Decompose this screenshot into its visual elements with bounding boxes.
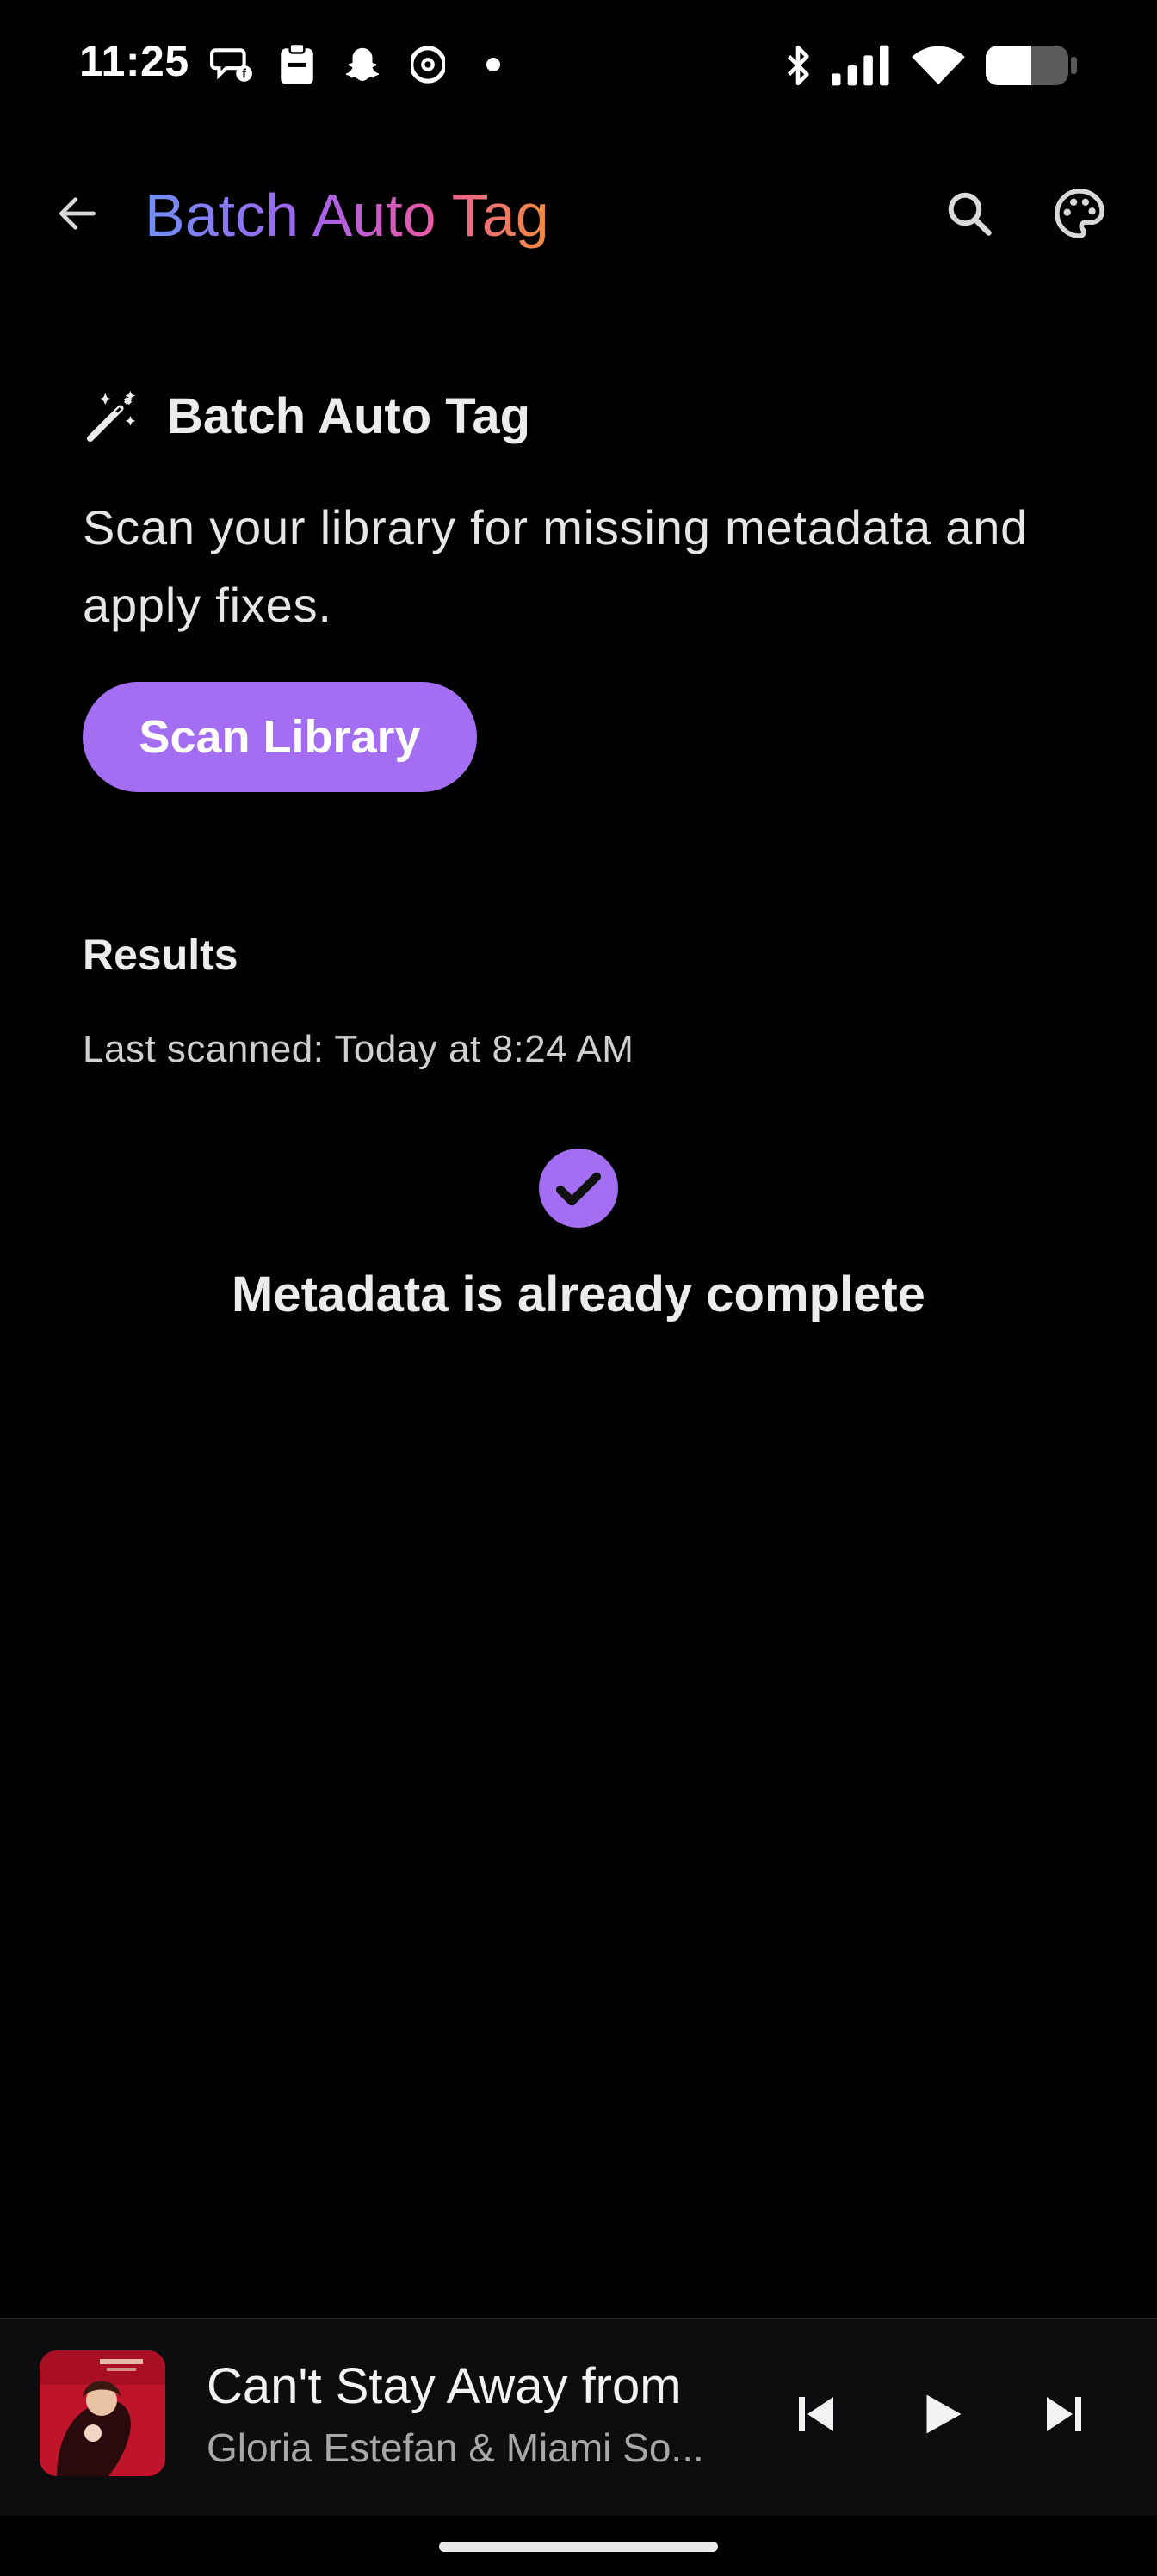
- section-description: Scan your library for missing metadata a…: [83, 500, 1029, 632]
- previous-button[interactable]: [773, 2371, 859, 2457]
- arrow-back-icon: [59, 197, 96, 230]
- skip-previous-icon: [799, 2397, 833, 2431]
- palette-icon: [1055, 189, 1104, 238]
- section-title: Batch Auto Tag: [167, 387, 531, 444]
- dot-icon: [472, 43, 515, 86]
- status-time: 11:25: [79, 37, 189, 85]
- last-scanned-text: Last scanned: Today at 8:24 AM: [83, 1028, 634, 1070]
- check-circle-icon: [539, 1149, 618, 1228]
- track-title: Can't Stay Away from: [207, 2358, 682, 2414]
- search-button[interactable]: [933, 177, 1005, 250]
- play-button[interactable]: [899, 2371, 985, 2457]
- app-bar: Batch Auto Tag: [0, 155, 1157, 272]
- clipboard-icon: [275, 43, 319, 86]
- system-icons: [783, 41, 1078, 90]
- play-icon: [926, 2394, 962, 2434]
- gesture-handle[interactable]: [439, 2542, 718, 2552]
- screen: 11:25 f Batch Auto Tag Batch Auto Tag Sc…: [0, 0, 1157, 2576]
- snapchat-icon: [341, 43, 384, 86]
- wifi-icon: [911, 41, 966, 90]
- theme-button[interactable]: [1043, 177, 1116, 250]
- section-header: Batch Auto Tag: [83, 386, 530, 446]
- magic-wand-icon: [86, 390, 136, 443]
- svg-text:f: f: [242, 68, 246, 82]
- results-heading: Results: [83, 931, 238, 979]
- messenger-icon: f: [210, 43, 253, 86]
- album-art[interactable]: [40, 2350, 165, 2476]
- notification-icons: f: [210, 43, 515, 86]
- signal-icon: [832, 41, 892, 90]
- bluetooth-icon: [783, 41, 813, 90]
- status-bar: 11:25 f: [0, 0, 1157, 129]
- threads-icon: [406, 43, 449, 86]
- scan-library-button[interactable]: Scan Library: [83, 682, 477, 792]
- mini-player[interactable]: Can't Stay Away from Gloria Estefan & Mi…: [0, 2318, 1157, 2516]
- track-artist: Gloria Estefan & Miami So...: [207, 2425, 704, 2470]
- next-button[interactable]: [1021, 2371, 1107, 2457]
- skip-next-icon: [1047, 2397, 1081, 2431]
- status-message: Metadata is already complete: [232, 1266, 925, 1322]
- page-title: Batch Auto Tag: [145, 182, 549, 249]
- battery-icon: [985, 41, 1078, 90]
- search-icon: [948, 192, 992, 236]
- back-button[interactable]: [41, 177, 114, 250]
